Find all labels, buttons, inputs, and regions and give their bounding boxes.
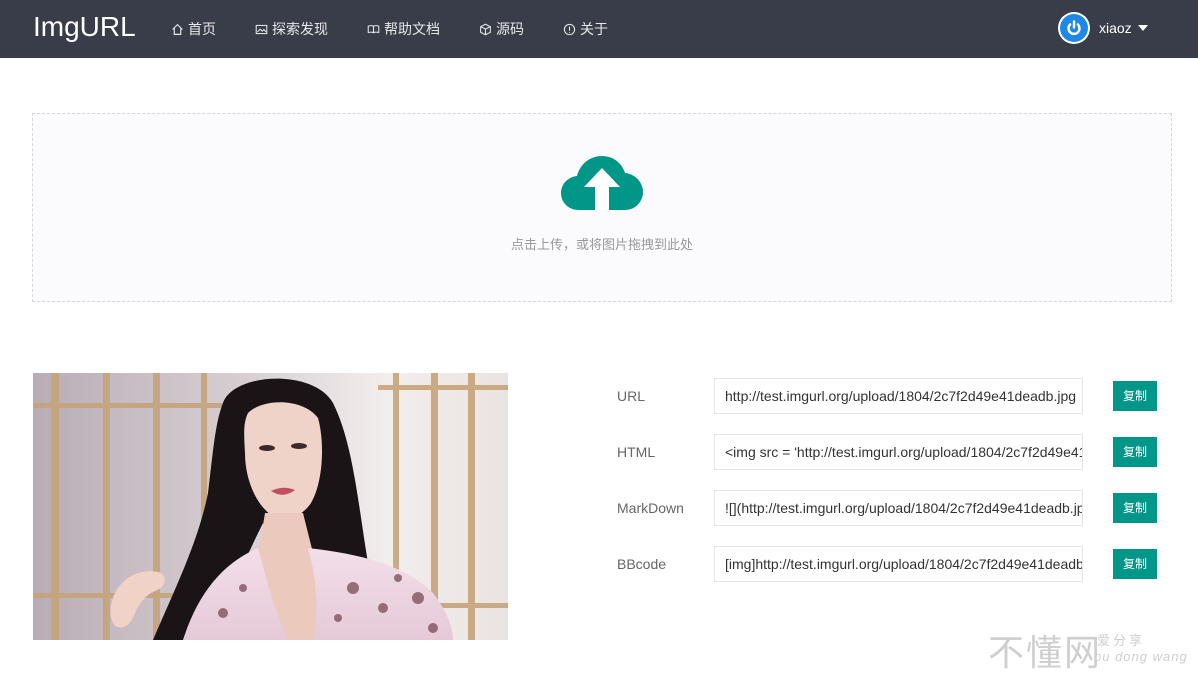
home-icon: [170, 22, 184, 36]
nav-item-label: 首页: [188, 21, 216, 37]
copy-markdown-button[interactable]: 复制: [1113, 493, 1157, 523]
avatar[interactable]: [1058, 12, 1090, 44]
nav-item-explore[interactable]: 探索发现: [254, 19, 328, 39]
nav-item-label: 关于: [580, 21, 608, 37]
site-logo[interactable]: ImgURL: [33, 11, 136, 43]
nav-item-about[interactable]: 关于: [562, 19, 608, 39]
cloud-upload-icon: [561, 156, 643, 210]
upload-hint: 点击上传，或将图片拖拽到此处: [510, 237, 693, 252]
watermark-pinyin: bu dong wang: [1094, 649, 1188, 664]
watermark-main: 不懂网: [988, 633, 1103, 674]
image-preview: [33, 373, 508, 640]
watermark-sub: 爱分享: [1097, 633, 1146, 648]
nav-item-docs[interactable]: 帮助文档: [366, 19, 440, 39]
markdown-field[interactable]: ![](http://test.imgurl.org/upload/1804/2…: [714, 490, 1083, 526]
main-nav: 首页 探索发现 帮助文档 源码 关于: [170, 0, 646, 58]
username: xiaoz: [1099, 20, 1132, 36]
bbcode-field[interactable]: [img]http://test.imgurl.org/upload/1804/…: [714, 546, 1083, 582]
cube-icon: [478, 22, 492, 36]
html-field[interactable]: <img src = 'http://test.imgurl.org/uploa…: [714, 434, 1083, 470]
upload-dropzone[interactable]: 点击上传，或将图片拖拽到此处: [32, 113, 1172, 302]
user-menu[interactable]: xiaoz: [1058, 12, 1148, 44]
power-icon: [1060, 14, 1088, 42]
nav-item-label: 帮助文档: [384, 21, 440, 37]
copy-url-button[interactable]: 复制: [1113, 381, 1157, 411]
link-label-markdown: MarkDown: [617, 500, 684, 516]
copy-bbcode-button[interactable]: 复制: [1113, 549, 1157, 579]
nav-item-source[interactable]: 源码: [478, 19, 524, 39]
link-label-html: HTML: [617, 444, 656, 460]
book-icon: [366, 22, 380, 36]
link-label-url: URL: [617, 388, 646, 404]
nav-item-home[interactable]: 首页: [170, 19, 216, 39]
link-label-bbcode: BBcode: [617, 556, 667, 572]
copy-html-button[interactable]: 复制: [1113, 437, 1157, 467]
top-navbar: ImgURL 首页 探索发现 帮助文档 源码 关于 xiaoz: [0, 0, 1198, 58]
nav-item-label: 探索发现: [272, 21, 328, 37]
url-field[interactable]: http://test.imgurl.org/upload/1804/2c7f2…: [714, 378, 1083, 414]
chevron-down-icon: [1137, 25, 1148, 31]
image-icon: [254, 22, 268, 36]
nav-item-label: 源码: [496, 21, 524, 37]
info-icon: [562, 22, 576, 36]
